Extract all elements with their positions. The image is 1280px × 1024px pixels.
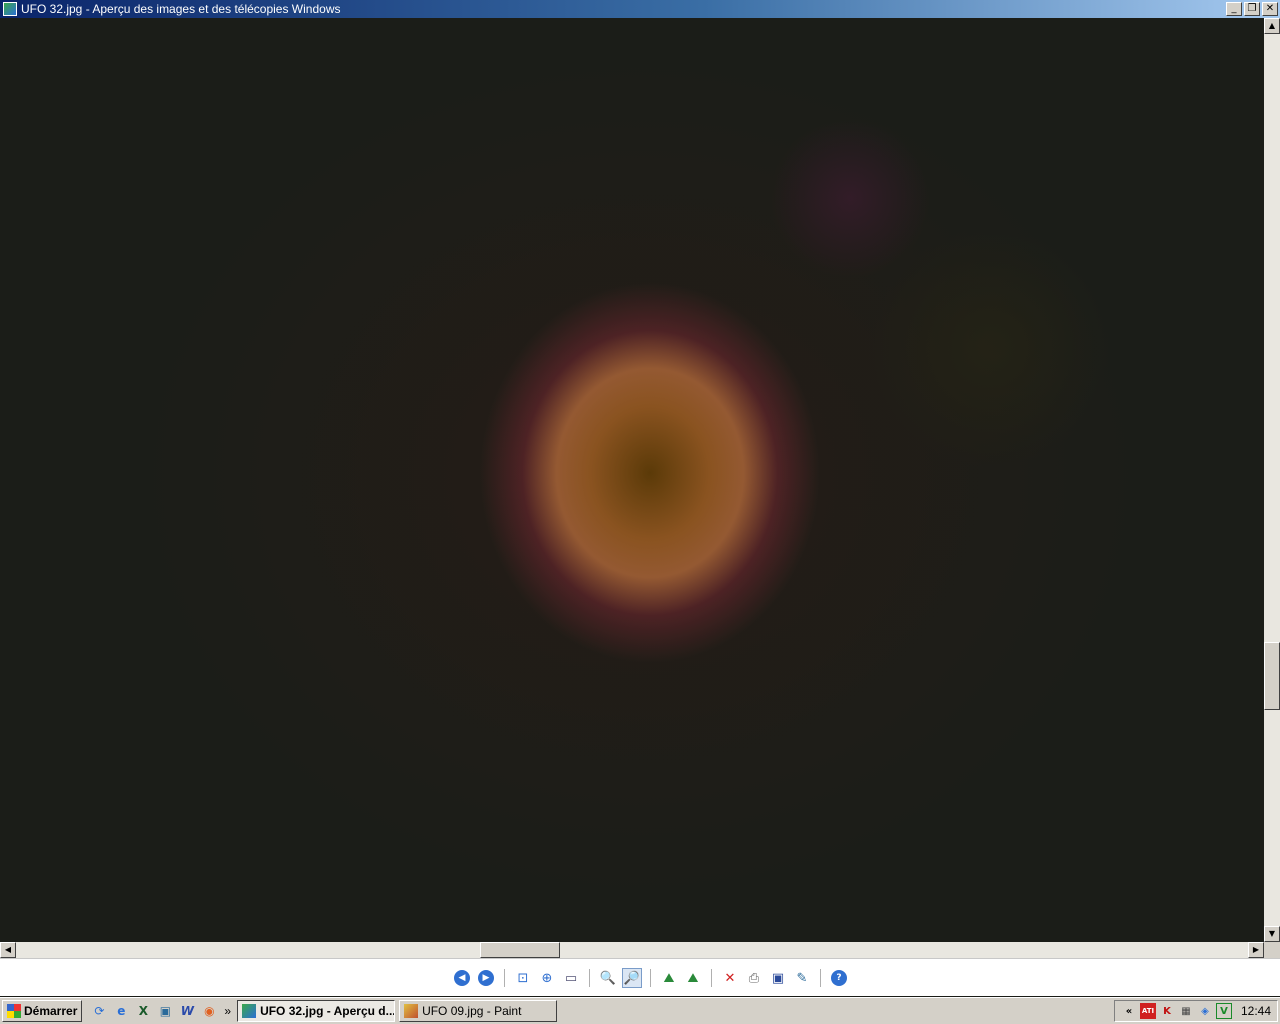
previous-image-icon[interactable]: ◀ bbox=[454, 970, 470, 986]
vertical-scrollbar[interactable]: ▲ ▼ bbox=[1264, 18, 1280, 942]
open-editor-icon[interactable]: ✎ bbox=[792, 968, 812, 988]
help-icon[interactable]: ? bbox=[831, 970, 847, 986]
minimize-button[interactable]: _ bbox=[1226, 2, 1242, 16]
delete-icon[interactable]: ✕ bbox=[720, 968, 740, 988]
k-icon[interactable]: K bbox=[1159, 1003, 1175, 1019]
tray-overflow-button[interactable]: « bbox=[1121, 1003, 1137, 1019]
best-fit-icon[interactable]: ⊡ bbox=[513, 968, 533, 988]
clock[interactable]: 12:44 bbox=[1241, 1004, 1271, 1018]
scroll-left-button[interactable]: ◀ bbox=[0, 942, 16, 958]
start-button[interactable]: Démarrer bbox=[2, 1000, 83, 1022]
scrollbar-corner bbox=[1264, 942, 1280, 958]
close-button[interactable]: ✕ bbox=[1262, 2, 1278, 16]
scroll-down-button[interactable]: ▼ bbox=[1264, 926, 1280, 942]
next-image-icon[interactable]: ▶ bbox=[478, 970, 494, 986]
word-icon[interactable]: W bbox=[178, 1002, 196, 1020]
security-icon[interactable]: ◈ bbox=[1197, 1003, 1213, 1019]
zoom-out-icon[interactable]: 🔎 bbox=[622, 968, 642, 988]
actual-size-icon[interactable]: ⊕ bbox=[537, 968, 557, 988]
paint-icon bbox=[404, 1004, 419, 1018]
photo-viewer-app-icon[interactable] bbox=[3, 2, 17, 16]
ati-icon[interactable]: ATI bbox=[1139, 1003, 1156, 1019]
window-title: UFO 32.jpg - Aperçu des images et des té… bbox=[21, 2, 341, 16]
network-icon[interactable]: ▦ bbox=[1178, 1003, 1194, 1019]
toolbar-separator bbox=[650, 969, 651, 987]
scroll-up-button[interactable]: ▲ bbox=[1264, 18, 1280, 34]
taskbar: Démarrer ⟳ e X ▣ W ◉ » UFO 32.jpg - Aper… bbox=[0, 997, 1280, 1024]
horizontal-scrollbar[interactable]: ◀ ▶ bbox=[0, 942, 1264, 958]
zoom-in-icon[interactable]: 🔍 bbox=[598, 968, 618, 988]
show-desktop-icon[interactable]: ⟳ bbox=[90, 1002, 108, 1020]
media-icon[interactable]: ▣ bbox=[156, 1002, 174, 1020]
image-viewport[interactable] bbox=[0, 18, 1264, 942]
windows-logo-icon bbox=[7, 1004, 21, 1018]
toolbar-separator bbox=[711, 969, 712, 987]
toolbar-separator bbox=[589, 969, 590, 987]
horizontal-scroll-thumb[interactable] bbox=[480, 942, 560, 958]
taskbar-item-ufo32[interactable]: UFO 32.jpg - Aperçu d... bbox=[237, 1000, 396, 1022]
firefox-icon[interactable]: ◉ bbox=[200, 1002, 218, 1020]
quick-launch: ⟳ e X ▣ W ◉ bbox=[90, 1002, 218, 1020]
v-icon[interactable]: V bbox=[1215, 1003, 1232, 1019]
internet-explorer-icon[interactable]: e bbox=[112, 1002, 130, 1020]
rotate-clockwise-icon[interactable]: ⛰ bbox=[659, 968, 679, 988]
scroll-right-button[interactable]: ▶ bbox=[1248, 942, 1264, 958]
toolbar-separator bbox=[820, 969, 821, 987]
taskbar-item-label: UFO 09.jpg - Paint bbox=[422, 1004, 522, 1018]
photo-viewer-icon bbox=[242, 1004, 257, 1018]
save-icon[interactable]: ▣ bbox=[768, 968, 788, 988]
slideshow-icon[interactable]: ▭ bbox=[561, 968, 581, 988]
system-tray: « ATI K ▦ ◈ V 12:44 bbox=[1113, 1000, 1278, 1022]
restore-button[interactable]: ❐ bbox=[1244, 2, 1260, 16]
window-titlebar[interactable]: UFO 32.jpg - Aperçu des images et des té… bbox=[0, 0, 1280, 18]
displayed-image bbox=[0, 18, 1264, 942]
print-icon[interactable]: ⎙ bbox=[744, 968, 764, 988]
taskbar-item-ufo09-paint[interactable]: UFO 09.jpg - Paint bbox=[399, 1000, 558, 1022]
excel-icon[interactable]: X bbox=[134, 1002, 152, 1020]
rotate-counterclockwise-icon[interactable]: ⛰ bbox=[683, 968, 703, 988]
vertical-scroll-thumb[interactable] bbox=[1264, 642, 1280, 710]
quick-launch-overflow[interactable]: » bbox=[224, 1004, 231, 1018]
viewer-toolbar: ◀ ▶ ⊡ ⊕ ▭ 🔍 🔎 ⛰ ⛰ ✕ ⎙ ▣ ✎ ? bbox=[0, 958, 1280, 996]
start-label: Démarrer bbox=[24, 1004, 78, 1018]
taskbar-item-label: UFO 32.jpg - Aperçu d... bbox=[260, 1004, 396, 1018]
toolbar-separator bbox=[504, 969, 505, 987]
